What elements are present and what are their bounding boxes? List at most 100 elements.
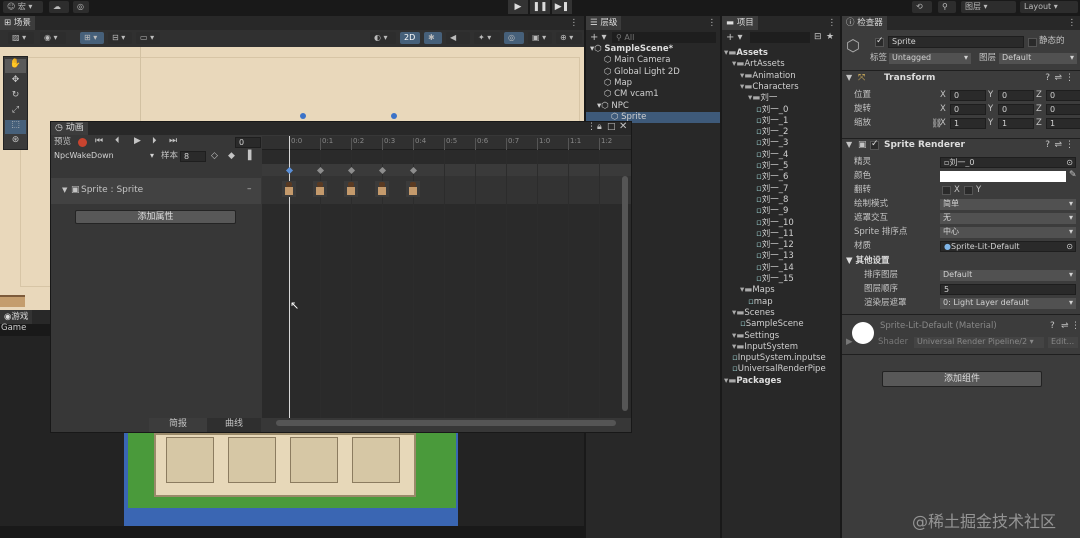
cloud-icon[interactable]: ☁ [49, 1, 69, 13]
sprite-keyframe[interactable] [406, 181, 420, 197]
project-item[interactable]: ▫UniversalRenderPipe [722, 364, 840, 375]
project-item[interactable]: ▫刘一_12 [722, 240, 840, 251]
lighting-icon[interactable]: ✱ [424, 32, 442, 44]
hierarchy-item[interactable]: ⬡ Global Light 2D [586, 67, 720, 78]
preset-icon[interactable]: ⇌ [1054, 140, 1062, 150]
add-keyframe-icon[interactable]: ◇ [211, 151, 218, 161]
game-display-label[interactable]: Game [1, 323, 26, 334]
layers-dropdown[interactable]: 图层 ▾ [961, 1, 1016, 13]
camera-icon[interactable]: ▣ ▾ [528, 32, 552, 44]
project-item[interactable]: ▫刘一_13 [722, 251, 840, 262]
hierarchy-item[interactable]: ▾⬡ SampleScene* [586, 44, 720, 55]
grid-plane-button[interactable]: ▭ ▾ [136, 32, 160, 44]
preset-icon[interactable]: ⇌ [1054, 73, 1062, 83]
vertical-scrollbar[interactable] [622, 176, 628, 411]
sorting-layer-dropdown[interactable]: Default ▾ [940, 270, 1076, 281]
project-item[interactable]: ▫刘一_8 [722, 195, 840, 206]
render-mode-dropdown[interactable]: ◉ ▾ [40, 32, 66, 44]
component-menu-icon[interactable]: ⋮ [1071, 321, 1080, 331]
property-row[interactable]: ▼ ▣ Sprite : Sprite – [51, 178, 261, 204]
project-item[interactable]: ▾▬Packages [722, 376, 840, 387]
transform-z-input[interactable]: 0 [1046, 104, 1080, 115]
tab-hierarchy[interactable]: ☰ 层级 [586, 16, 622, 30]
prev-key-icon[interactable]: ⏴ [115, 136, 120, 146]
more-menu-icon[interactable]: ⋮ [708, 16, 717, 30]
project-item[interactable]: ▾▬Animation [722, 71, 840, 82]
static-checkbox[interactable] [1028, 38, 1037, 47]
expand-arrow-icon[interactable]: ▶ [846, 337, 853, 348]
project-search-input[interactable] [750, 32, 810, 43]
project-item[interactable]: ▾▬InputSystem [722, 342, 840, 353]
tab-scene[interactable]: ⊞ 场景 [0, 16, 35, 30]
more-menu-icon[interactable]: ⋮ [587, 122, 596, 132]
more-menu-icon[interactable]: ⋮ [828, 16, 837, 30]
playhead[interactable] [289, 136, 290, 418]
project-item[interactable]: ▫刘一_15 [722, 274, 840, 285]
pause-button[interactable]: ❚❚ [530, 0, 550, 14]
snap-increment-button[interactable]: ⊟ ▾ [108, 32, 132, 44]
draw-mode-dropdown[interactable]: 简单 ▾ [940, 199, 1076, 210]
transform-x-input[interactable]: 0 [950, 90, 986, 101]
star-icon[interactable]: ★ [826, 32, 834, 42]
transform-x-input[interactable]: 0 [950, 104, 986, 115]
first-key-icon[interactable]: ⏮ [95, 136, 103, 146]
rect-tool-icon[interactable]: ⬚ [5, 120, 26, 134]
tab-game[interactable]: ◉游戏 [0, 310, 33, 324]
project-item[interactable]: ▾▬刘一 [722, 93, 840, 104]
grid-snap-button[interactable]: ⊞ ▾ [80, 32, 104, 44]
account-dropdown[interactable]: ☺ 宏 ▾ [3, 1, 43, 13]
sprite-renderer-header[interactable]: ▼ ▣ Sprite Renderer ? ⇌ ⋮ [842, 139, 1080, 153]
project-item[interactable]: ▫刘一_11 [722, 229, 840, 240]
project-item[interactable]: ▫刘一_2 [722, 127, 840, 138]
render-layer-mask-dropdown[interactable]: 0: Light Layer default ▾ [940, 298, 1076, 309]
project-item[interactable]: ▫刘一_9 [722, 206, 840, 217]
sprite-keyframe[interactable] [344, 181, 358, 197]
transform-z-input[interactable]: 1 [1046, 118, 1080, 129]
active-checkbox[interactable] [875, 36, 884, 47]
flip-x-checkbox[interactable] [942, 186, 951, 195]
help-icon[interactable]: ? [1050, 321, 1055, 331]
layer-dropdown[interactable]: Default ▾ [999, 53, 1077, 64]
transform-header[interactable]: ▼ ⤧ Transform ? ⇌ ⋮ [842, 72, 1080, 86]
hand-tool-icon[interactable]: ✋ [5, 59, 26, 73]
mode-2d-toggle[interactable]: 2D [400, 32, 420, 44]
material-field[interactable]: ●Sprite-Lit-Default ⊙ [940, 241, 1076, 252]
transform-x-input[interactable]: 1 [950, 118, 986, 129]
transform-y-input[interactable]: 1 [998, 118, 1034, 129]
project-item[interactable]: ▫刘一_10 [722, 218, 840, 229]
tab-animation[interactable]: ◷ 动画 [51, 122, 88, 135]
sort-point-dropdown[interactable]: 中心 ▾ [940, 227, 1076, 238]
transform-y-input[interactable]: 0 [998, 104, 1034, 115]
add-event-icon[interactable]: ◆ [228, 151, 235, 161]
maximize-icon[interactable]: □ [607, 122, 616, 132]
clip-dropdown[interactable]: NpcWakeDown ▾ [51, 151, 157, 162]
more-menu-icon[interactable]: ⋮ [570, 16, 579, 30]
shader-dropdown[interactable]: Universal Render Pipeline/2 ▾ [914, 337, 1044, 348]
project-item[interactable]: ▫刘一_14 [722, 263, 840, 274]
time-ruler[interactable]: 0:0 0:1 0:2 0:3 0:4 0:5 0:6 0:7 1:0 1:1 1:2 [262, 136, 631, 150]
search-icon[interactable]: ⚲ [938, 1, 956, 13]
shading-dropdown[interactable]: ◐ ▾ [370, 32, 396, 44]
lock-icon[interactable]: 🔒︎ [597, 122, 602, 132]
project-item[interactable]: ▫刘一_3 [722, 138, 840, 149]
remove-property-icon[interactable]: – [247, 184, 252, 194]
filter-icon[interactable]: ⊟ [814, 32, 822, 42]
add-property-button[interactable]: 添加属性 [75, 210, 236, 224]
effects-icon[interactable]: ✦ ▾ [474, 32, 500, 44]
project-item[interactable]: ▾▬Characters [722, 82, 840, 93]
project-item[interactable]: ▫SampleScene [722, 319, 840, 330]
object-name-input[interactable]: Sprite [888, 36, 1024, 48]
order-in-layer-input[interactable]: 5 [940, 284, 1076, 295]
other-settings-foldout[interactable]: ▼ 其他设置 [846, 256, 890, 267]
color-swatch[interactable] [940, 171, 1066, 182]
add-component-button[interactable]: 添加组件 [882, 371, 1042, 387]
component-menu-icon[interactable]: ⋮ [1065, 73, 1074, 83]
preview-toggle[interactable]: 预览 [54, 137, 71, 148]
history-icon[interactable]: ⟲ [912, 1, 932, 13]
draw-mode-dropdown[interactable]: ▨ ▾ [8, 32, 34, 44]
hierarchy-item[interactable]: ⬡ Map [586, 78, 720, 89]
tab-inspector[interactable]: ⓘ 检查器 [842, 16, 887, 30]
record-icon[interactable] [78, 138, 87, 147]
tab-project[interactable]: ▬ 项目 [722, 16, 758, 30]
sprite-keyframe[interactable] [282, 181, 296, 197]
